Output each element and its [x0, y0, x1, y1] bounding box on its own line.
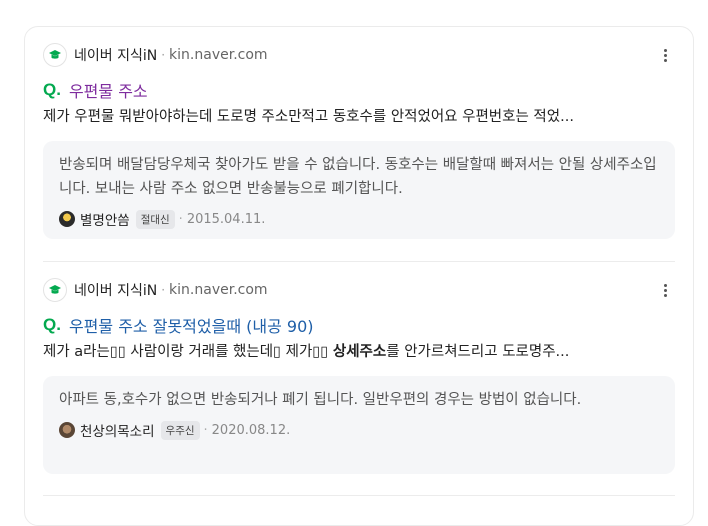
result-title-link[interactable]: 우편물 주소 잘못적었을때 (내공 90): [69, 313, 314, 337]
answer-meta: 천상의목소리 우주신 · 2020.08.12.: [59, 420, 659, 440]
result-title-row: Q. 우편물 주소 잘못적었을때 (내공 90): [43, 314, 675, 336]
separator-dot: ·: [203, 422, 208, 438]
separator-dot: ·: [161, 283, 166, 297]
separator-dot: ·: [178, 211, 183, 227]
source-name: 네이버 지식iN: [74, 283, 158, 299]
answer-text: 반송되며 배달담당우체국 찾아가도 받을 수 없습니다. 동호수는 배달할때 빠…: [59, 157, 657, 197]
source-url: kin.naver.com: [169, 47, 268, 63]
separator-dot: ·: [161, 48, 166, 62]
avatar: [59, 211, 75, 227]
snippet-highlight: 상세주소: [332, 344, 387, 360]
more-vertical-icon[interactable]: [655, 45, 675, 65]
answer-text: 아파트 동,호수가 없으면 반송되거나 폐기 됩니다. 일반우편의 경우는 방법…: [59, 392, 582, 408]
naver-kin-icon: [43, 43, 67, 67]
answerer-name[interactable]: 별명안씀: [80, 209, 130, 229]
answer-date: 2020.08.12.: [211, 422, 291, 438]
snippet-text: 를 안가르쳐드리고 도로명주...: [386, 344, 570, 360]
avatar: [59, 422, 75, 438]
divider: [43, 261, 675, 262]
answer-box[interactable]: 반송되며 배달담당우체국 찾아가도 받을 수 없습니다. 동호수는 배달할때 빠…: [43, 141, 675, 239]
snippet-text: 제가 a라는▯▯ 사람이랑 거래를 했는데▯ 제가▯▯: [43, 344, 333, 360]
answerer-name[interactable]: 천상의목소리: [80, 420, 155, 440]
result-snippet: 제가 우편물 뭐받아야하는데 도로명 주소만적고 동호수를 안적었어요 우편번호…: [43, 109, 574, 125]
result-title-link[interactable]: 우편물 주소: [69, 78, 148, 102]
naver-kin-icon: [43, 278, 67, 302]
answer-date: 2015.04.11.: [186, 211, 266, 227]
divider: [43, 495, 675, 496]
result-snippet: 제가 a라는▯▯ 사람이랑 거래를 했는데▯ 제가▯▯ 상세주소를 안가르쳐드리…: [43, 342, 675, 362]
source-row[interactable]: 네이버 지식iN · kin.naver.com: [43, 276, 675, 304]
rank-badge: 절대신: [135, 209, 175, 229]
question-mark-label: Q.: [43, 80, 61, 99]
search-result-2: 네이버 지식iN · kin.naver.com Q. 우편물 주소 잘못적었을…: [43, 276, 675, 474]
source-row[interactable]: 네이버 지식iN · kin.naver.com: [43, 41, 675, 69]
source-url: kin.naver.com: [169, 282, 268, 298]
more-vertical-icon[interactable]: [655, 280, 675, 300]
search-result-1: 네이버 지식iN · kin.naver.com Q. 우편물 주소 제가 우편…: [43, 41, 675, 239]
search-results-card: 네이버 지식iN · kin.naver.com Q. 우편물 주소 제가 우편…: [24, 26, 694, 526]
answer-box[interactable]: 아파트 동,호수가 없으면 반송되거나 폐기 됩니다. 일반우편의 경우는 방법…: [43, 376, 675, 474]
rank-badge: 우주신: [160, 420, 200, 440]
source-name: 네이버 지식iN: [74, 48, 158, 64]
answer-meta: 별명안씀 절대신 · 2015.04.11.: [59, 209, 659, 229]
result-title-row: Q. 우편물 주소: [43, 79, 675, 101]
question-mark-label: Q.: [43, 315, 61, 334]
